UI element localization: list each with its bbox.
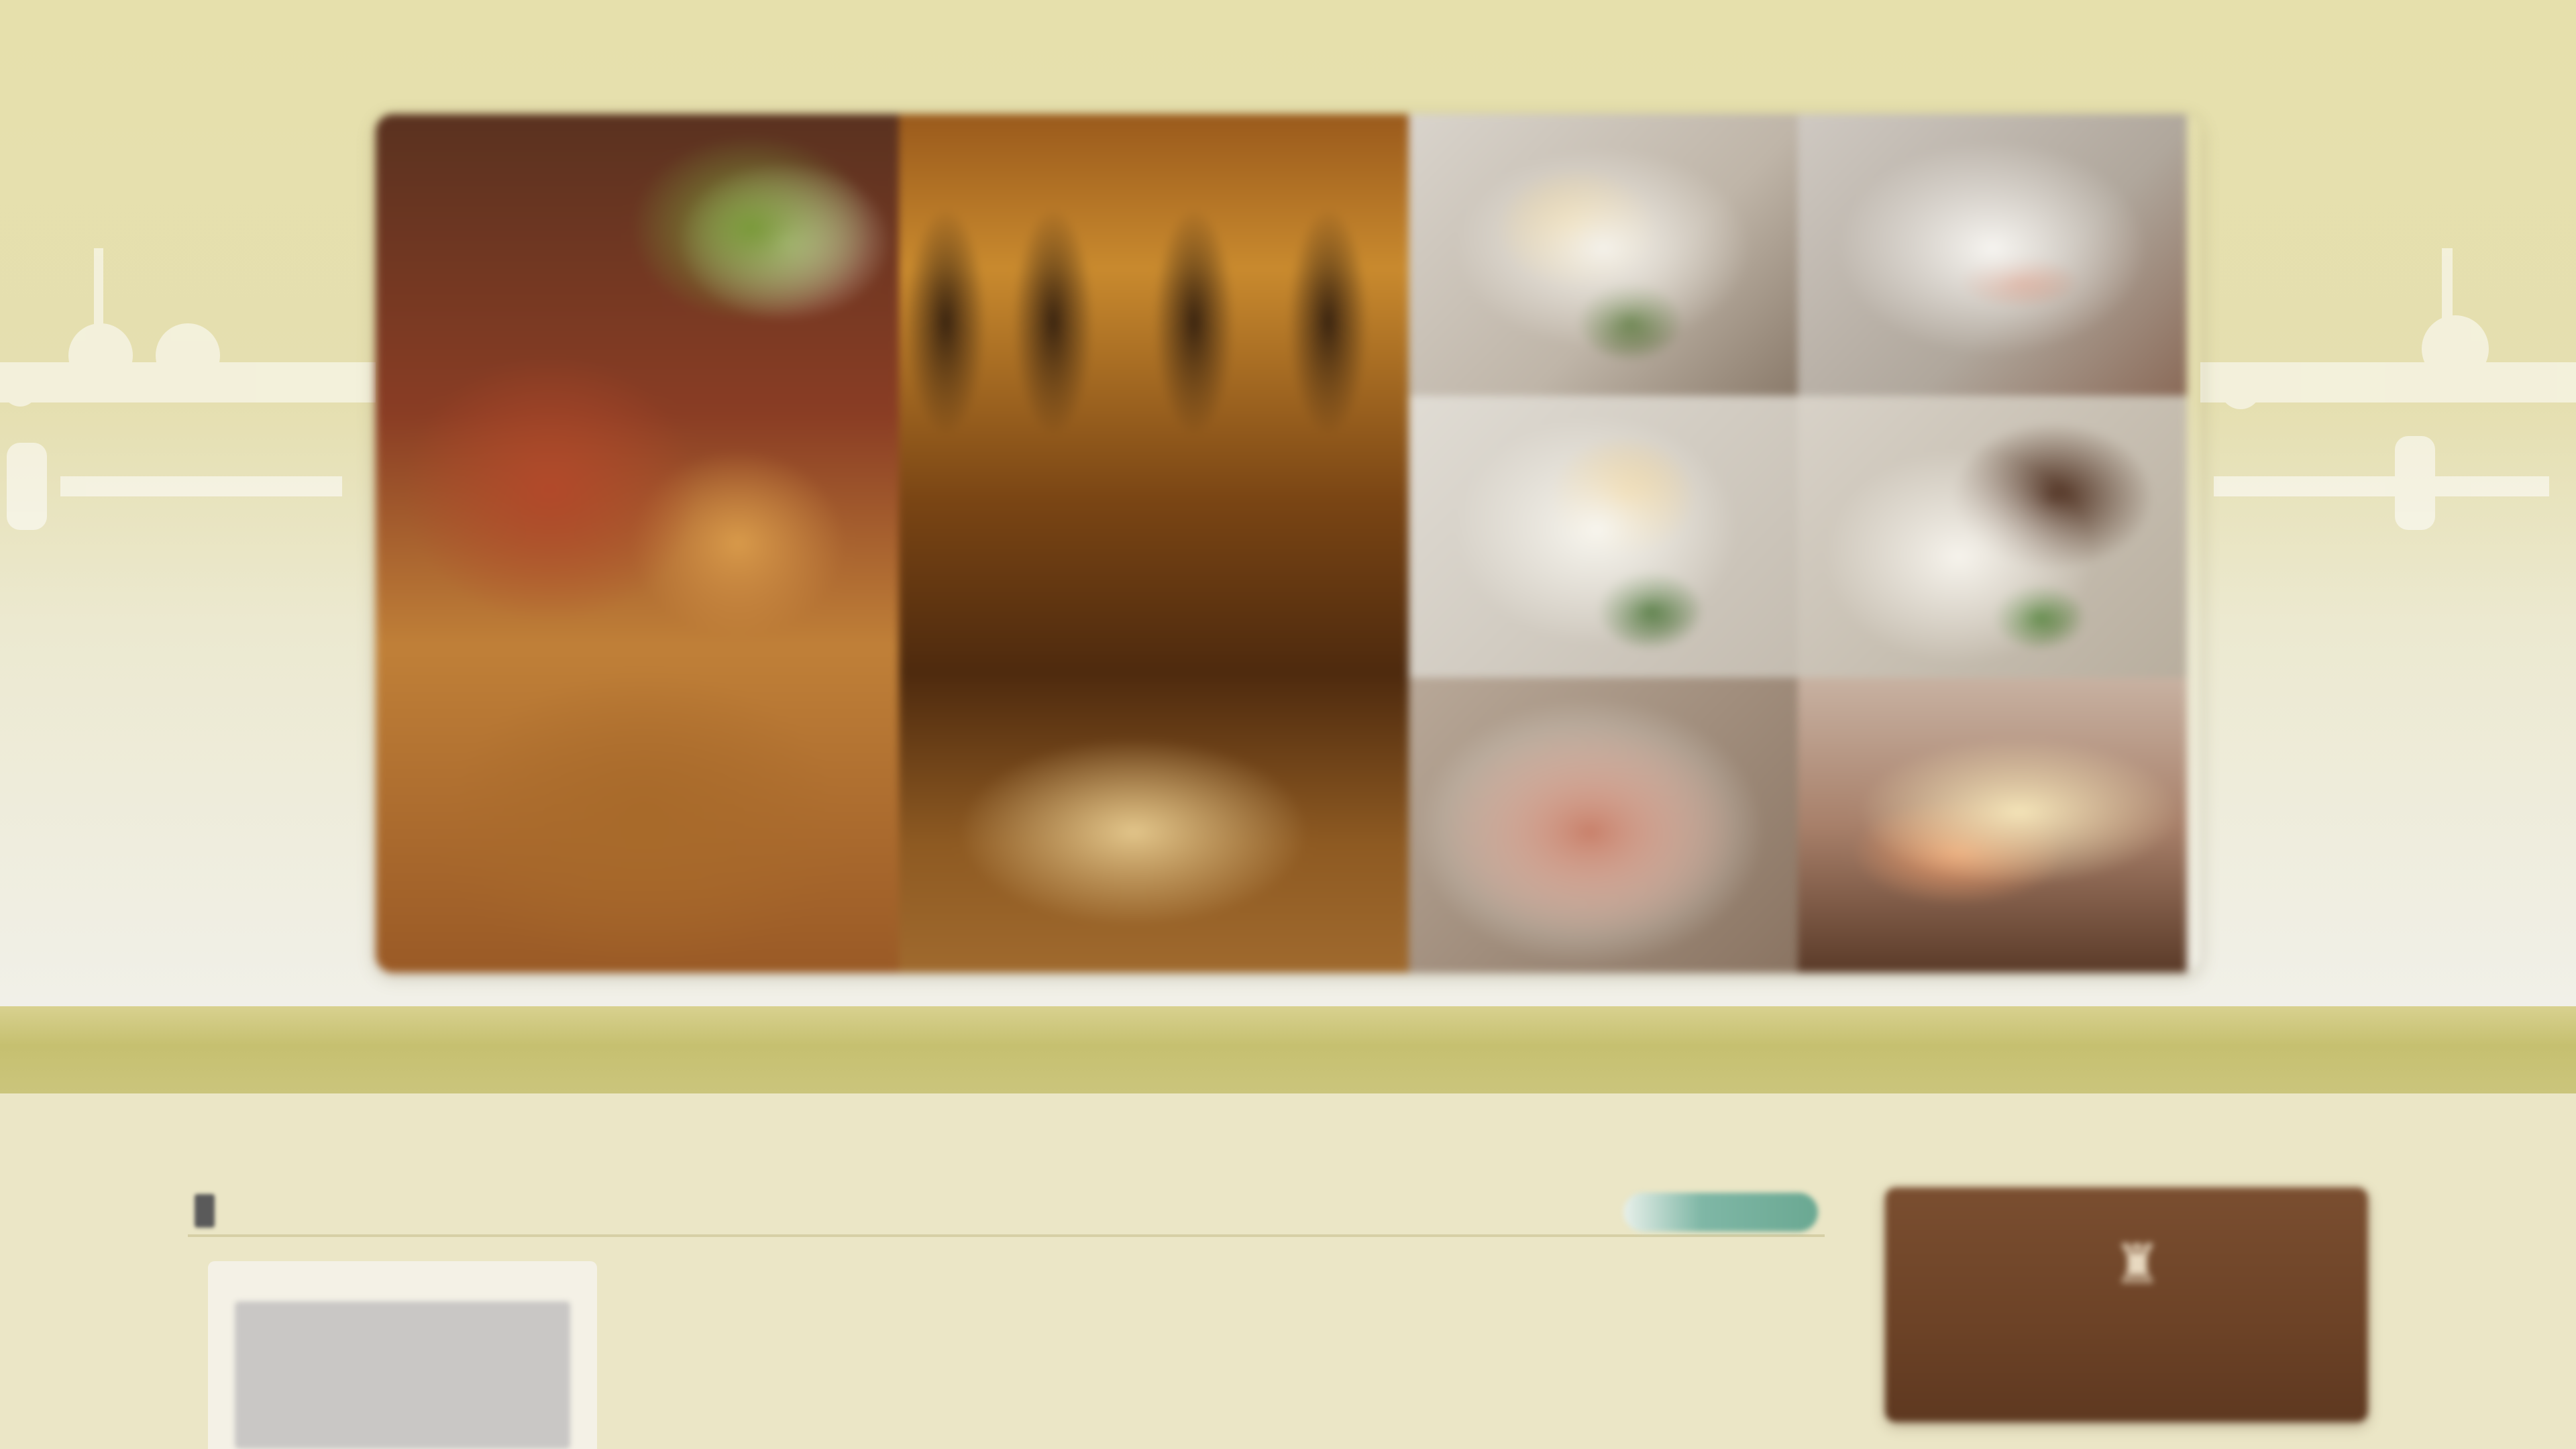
news-headline[interactable]: [228, 1195, 1234, 1229]
header-banner: [0, 0, 2576, 1006]
site-logo[interactable]: [1147, 47, 1429, 94]
dessert-plate-photo: [1409, 396, 1798, 678]
page: ♜: [0, 0, 2576, 1449]
dessert-plate-photo: [1409, 678, 1798, 973]
dessert-plate-photo: [1409, 114, 1798, 396]
brand-name: [1939, 1328, 2314, 1362]
more-button[interactable]: [1623, 1193, 1818, 1232]
news-heading-bar: [188, 1181, 1825, 1237]
main-content: ♜: [0, 1093, 2576, 1449]
wine-bar-interior-photo: [899, 114, 1409, 973]
brand-banner[interactable]: ♜: [1885, 1187, 2368, 1422]
hero-photo-collage: [376, 114, 2200, 973]
dessert-plate-photo: [1798, 114, 2187, 396]
charcuterie-platter-photo: [376, 114, 899, 973]
news-card[interactable]: [208, 1261, 597, 1449]
nav-menu: [376, 1006, 2200, 1093]
bottle-emblem-icon: ♜: [2113, 1233, 2161, 1295]
global-navigation-bar: [0, 1006, 2576, 1093]
dessert-plate-photo: [1798, 396, 2187, 678]
document-icon: [195, 1194, 215, 1228]
dessert-plate-photo: [1798, 678, 2187, 973]
news-thumbnail: [235, 1301, 570, 1449]
top-utility-links[interactable]: [1838, 20, 2214, 47]
